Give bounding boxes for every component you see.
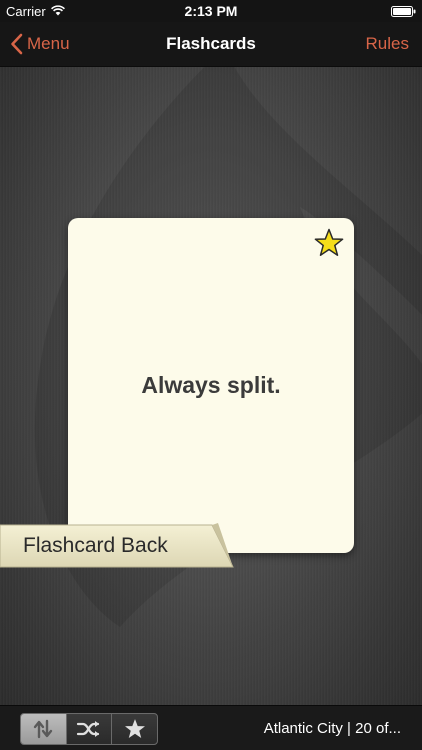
card-side-ribbon: Flashcard Back: [0, 523, 235, 569]
shuffle-segment[interactable]: [67, 714, 113, 744]
mode-segmented-control: [20, 713, 158, 745]
ribbon-label: Flashcard Back: [23, 534, 168, 557]
shuffle-icon: [76, 721, 100, 737]
starred-segment[interactable]: [112, 714, 157, 744]
battery-icon: [391, 6, 416, 17]
flashcards-screen: Carrier 2:13 PM Menu Flashcards Rules Al…: [0, 0, 422, 750]
star-filter-icon: [124, 719, 145, 738]
bottom-toolbar: Atlantic City | 20 of...: [0, 705, 422, 750]
flip-segment[interactable]: [21, 714, 67, 744]
main-content: Always split. Flashcard Back: [0, 67, 422, 705]
flip-arrows-icon: [34, 719, 53, 739]
page-title: Flashcards: [166, 34, 256, 53]
deck-progress-label: Atlantic City | 20 of...: [263, 720, 401, 737]
flashcard[interactable]: Always split.: [68, 218, 354, 553]
rules-button[interactable]: Rules: [366, 34, 409, 54]
favorite-star-icon[interactable]: [314, 228, 344, 258]
navigation-bar: Menu Flashcards Rules: [0, 22, 422, 67]
status-time: 2:13 PM: [184, 3, 238, 19]
card-text: Always split.: [141, 372, 281, 398]
status-bar: Carrier 2:13 PM: [0, 0, 422, 22]
